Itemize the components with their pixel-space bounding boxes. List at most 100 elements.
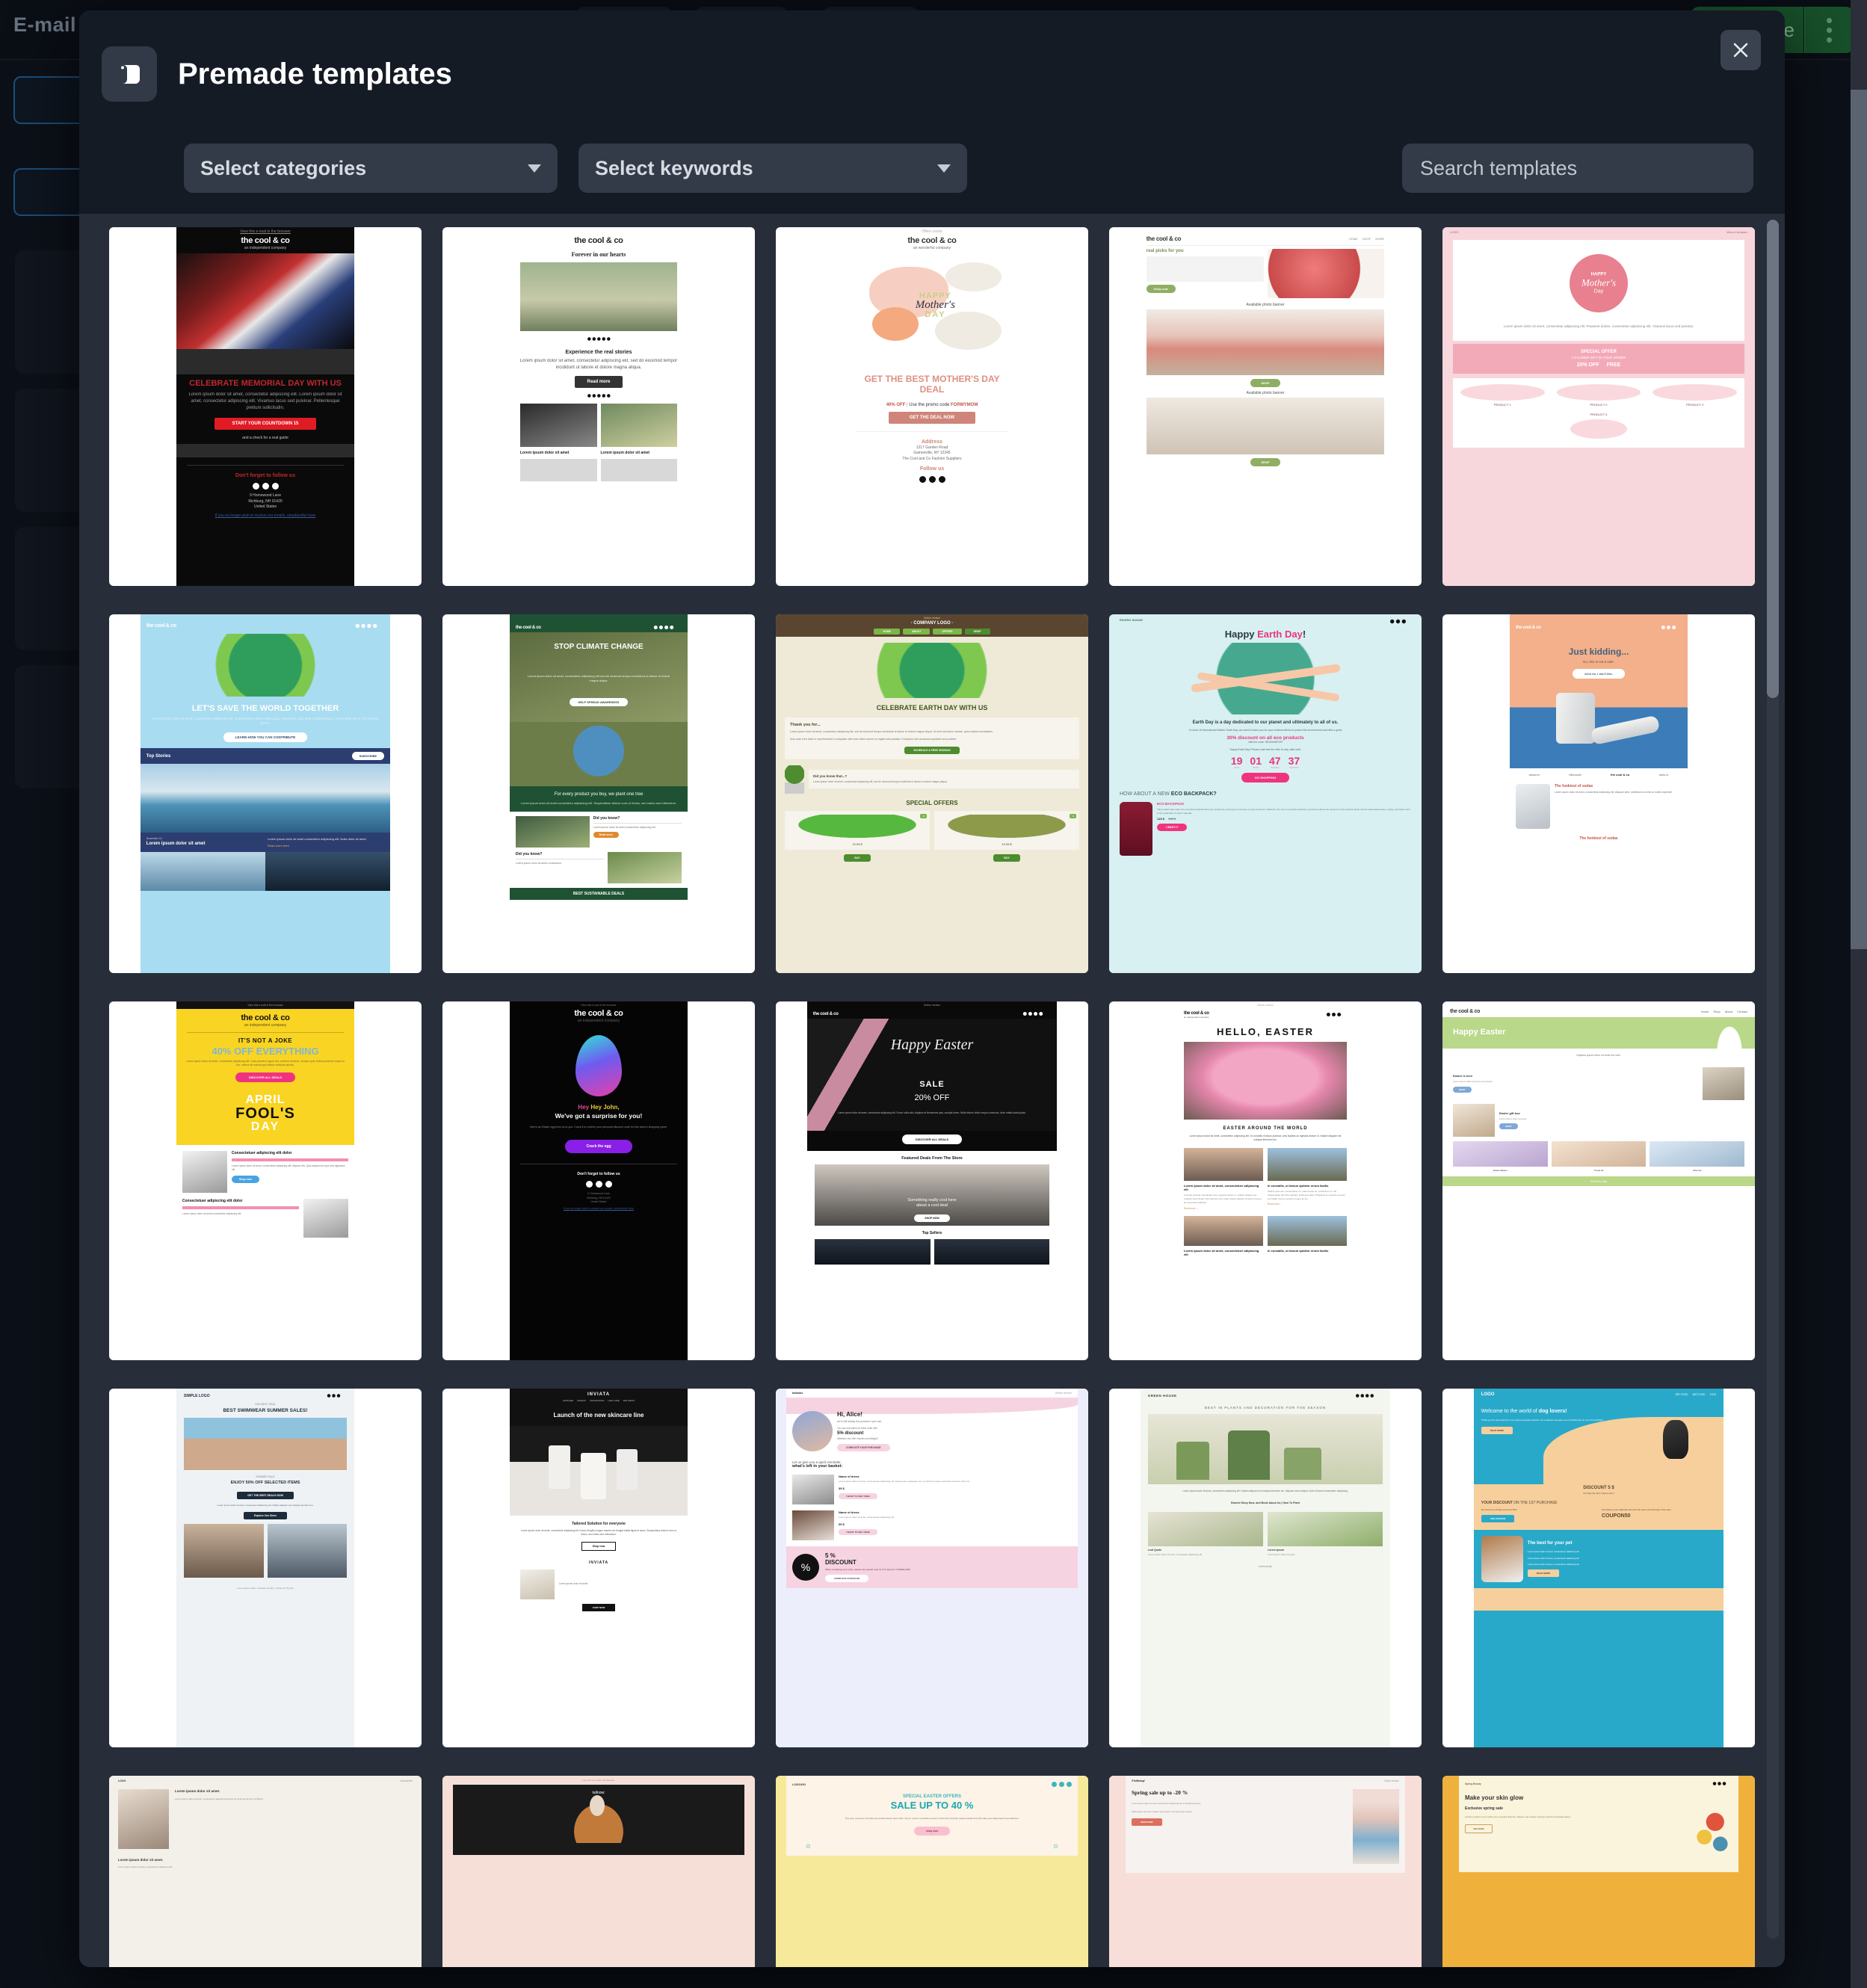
nav-item[interactable]: HOME: [1349, 237, 1358, 241]
cta-button[interactable]: Shop now: [1146, 285, 1176, 293]
cta-button[interactable]: HELP SPREAD AWARENESS: [569, 698, 629, 706]
template-card[interactable]: the cool & co Home Shop About Contact Ha…: [1442, 1001, 1755, 1360]
cta-button[interactable]: SHOP NOW: [914, 1214, 950, 1222]
cta-button[interactable]: click no, I don't like.: [1573, 669, 1625, 679]
cta-button[interactable]: Shop now: [231, 1175, 259, 1183]
page-scrollbar-thumb[interactable]: [1851, 90, 1867, 949]
close-icon[interactable]: [1721, 30, 1761, 70]
nav-item[interactable]: MORE: [1375, 237, 1384, 241]
template-card[interactable]: the cool & co Just kidding... No, this i…: [1442, 614, 1755, 973]
nav-item[interactable]: SHOP: [1363, 237, 1371, 241]
nav-item[interactable]: SHOP: [964, 629, 990, 635]
template-card[interactable]: the cool & co HOME SHOP MORE real picks fo…: [1109, 227, 1422, 586]
cta-button[interactable]: COMPLETE YOUR PURCHASE: [837, 1443, 890, 1451]
cta-button[interactable]: SCHEDULE A FREE SESSION: [904, 746, 960, 754]
template-card[interactable]: bellooks Online version Hi, Alice! we're…: [776, 1389, 1088, 1747]
cta-button[interactable]: COMPLETE PURCHASE: [825, 1574, 869, 1582]
nav-item[interactable]: MAKEUP: [577, 1399, 586, 1402]
nav-item[interactable]: HAIR CARE: [608, 1399, 620, 1402]
cta-button[interactable]: BUY: [993, 853, 1020, 862]
countdown-hours: 01: [1250, 755, 1262, 768]
select-categories-dropdown[interactable]: Select categories: [184, 143, 558, 193]
subscribe-button[interactable]: SUBSCRIBE: [351, 752, 385, 761]
article-link-2[interactable]: Read more →: [1268, 1203, 1347, 1206]
cta-button[interactable]: LEARN HOW YOU CAN CONTRIBUTE: [223, 732, 308, 743]
cta-button[interactable]: I WANT TO SEE THEM: [839, 1528, 877, 1535]
cta-button[interactable]: SHOP NOW: [1132, 1818, 1162, 1827]
cta-button[interactable]: Read more: [575, 376, 623, 389]
cta-button[interactable]: BUY: [844, 853, 871, 862]
cta-button[interactable]: USE COUPON: [1481, 1515, 1514, 1522]
cta-button[interactable]: I WANT IT: [1157, 824, 1188, 832]
nav-item[interactable]: Home: [1701, 1010, 1709, 1013]
template-card[interactable]: LOGO DRY FOOD WET FOOD TOYS Welcome to t…: [1442, 1389, 1755, 1747]
article-link[interactable]: Read more →: [1184, 1207, 1263, 1210]
cta-button[interactable]: READ MORE: [1527, 1569, 1560, 1578]
cta-button[interactable]: SHOP NOW: [581, 1603, 616, 1611]
cta-button[interactable]: DISCOVER ALL DEALS: [235, 1072, 296, 1082]
cta-button[interactable]: I WANT TO SEE THEM: [839, 1492, 877, 1499]
template-card[interactable]: Offers exists the cool & co an wonderful…: [776, 227, 1088, 586]
template-card[interactable]: Spring Beauty Make your skin glow Exclus…: [1442, 1776, 1755, 1967]
cta-button[interactable]: Read more: [593, 832, 619, 839]
nav-item[interactable]: FRAGRANCES: [590, 1399, 604, 1402]
cta-button[interactable]: GET THE BEST DEALS NOW: [237, 1492, 294, 1499]
template-card[interactable]: /Thriftshop/ Online version Spring sale …: [1109, 1776, 1422, 1967]
nav-item[interactable]: HOME: [874, 629, 900, 635]
template-card[interactable]: ENVIRO SUGAR Happy Earth Day! Earth Day …: [1109, 614, 1422, 973]
nav-item[interactable]: WET FOOD: [1692, 1393, 1705, 1396]
nav-item[interactable]: SKINCARE: [563, 1399, 573, 1402]
cta-button[interactable]: SHOP: [1250, 458, 1280, 466]
template-card[interactable]: the cool & co Forever in our hearts Expe…: [442, 227, 755, 586]
template-card[interactable]: SIMPLE LOGO OUR BEST DEAL BEST SWIMWEAR …: [109, 1389, 422, 1747]
cta-button[interactable]: SHOP: [1250, 379, 1280, 387]
nav-item[interactable]: OFFERS: [933, 629, 962, 635]
template-card[interactable]: LOGOGO SPECIAL EASTER OFFERS SALE UP TO …: [776, 1776, 1088, 1967]
cta-button[interactable]: SEE MORE: [1465, 1824, 1493, 1833]
article-body-2: Nullam justo nisi, consectetuer eu, ulla…: [1268, 1190, 1346, 1200]
nav-item[interactable]: ABOUT: [902, 629, 931, 635]
template-card[interactable]: View this e-mail in the browser the cool…: [109, 227, 422, 586]
templates-grid-area[interactable]: View this e-mail in the browser the cool…: [79, 214, 1785, 1967]
unsubscribe-link[interactable]: If you no longer wish to receive our ema…: [176, 513, 354, 519]
cta-button[interactable]: GO SHOPPING: [1241, 773, 1290, 783]
nav-item[interactable]: TOYS: [1710, 1393, 1717, 1396]
template-card[interactable]: View this e-mail in the browser the cool…: [109, 1001, 422, 1360]
template-card[interactable]: Online version the cool & co an independ…: [1109, 1001, 1422, 1360]
search-input[interactable]: [1420, 156, 1735, 180]
template-card[interactable]: Hey, this is a mail in the browser talln…: [442, 1776, 755, 1967]
nav-item[interactable]: About: [1725, 1010, 1732, 1013]
story-link[interactable]: Read more here: [268, 844, 384, 848]
cta-button[interactable]: START YOUR COUNTDOWN 15: [214, 417, 317, 430]
cta-button[interactable]: Crack the egg: [565, 1140, 632, 1154]
cta-button[interactable]: Shop now: [581, 1541, 617, 1551]
vertical-dots-icon[interactable]: [1804, 7, 1854, 53]
template-card[interactable]: INVIATA SKINCARE MAKEUP FRAGRANCES HAIR …: [442, 1389, 755, 1747]
nav-item[interactable]: Contact: [1737, 1010, 1747, 1013]
nav-item[interactable]: WELLNESS: [623, 1399, 635, 1402]
template-card[interactable]: GREEN HOUSE BEST IN PLANTS AND DECORATIO…: [1109, 1389, 1422, 1747]
cta-button[interactable]: shop now: [913, 1827, 951, 1836]
select-keywords-dropdown[interactable]: Select keywords: [578, 143, 967, 193]
template-card[interactable]: LOGO Newsletter Lorem ipsum dolor sit am…: [109, 1776, 422, 1967]
unsubscribe-link[interactable]: If you no longer wish to receive our ema…: [510, 1207, 688, 1211]
cta-button[interactable]: SHOP: [1499, 1123, 1518, 1129]
cta-button[interactable]: DISCOVER ALL DEALS: [901, 1135, 963, 1144]
follow-label: Don't forget to follow us: [577, 1172, 620, 1177]
page-scrollbar[interactable]: [1851, 0, 1867, 1988]
template-card[interactable]: the cool & co LET'S SAVE THE WORLD TOGET…: [109, 614, 422, 973]
scrollbar-thumb[interactable]: [1767, 220, 1779, 698]
nav-item[interactable]: Shop: [1713, 1010, 1720, 1013]
cta-button[interactable]: GET THE DEAL NOW: [888, 411, 976, 424]
template-card[interactable]: View this e-mail in the browser the cool…: [442, 1001, 755, 1360]
template-card[interactable]: Online version · COMPANY LOGO · HOME ABO…: [776, 614, 1088, 973]
modal-scrollbar[interactable]: [1767, 220, 1779, 1939]
template-card[interactable]: LOGO View in browser HAPPY Mother's Day L…: [1442, 227, 1755, 586]
cta-button[interactable]: READ MORE: [1481, 1426, 1513, 1434]
cta-button[interactable]: Explore Our Store: [244, 1511, 287, 1519]
template-card[interactable]: Online version the cool & co Happy Easte…: [776, 1001, 1088, 1360]
nav-item[interactable]: DRY FOOD: [1676, 1393, 1688, 1396]
template-card[interactable]: the cool & co STOP CLIMATE CHANGE Lorem …: [442, 614, 755, 973]
cta-button[interactable]: SHOP: [1453, 1086, 1472, 1093]
search-box[interactable]: [1402, 143, 1753, 193]
